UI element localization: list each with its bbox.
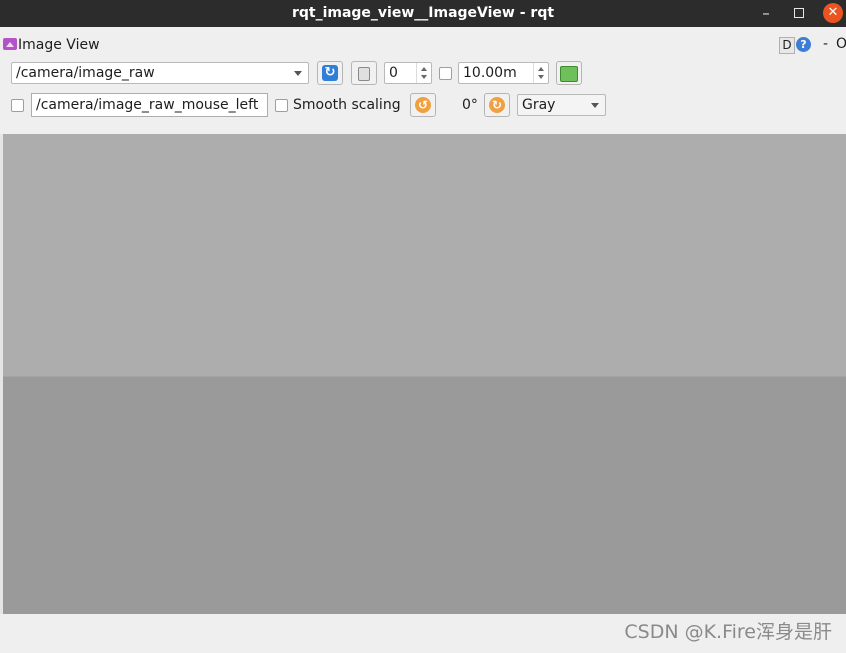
plugin-title: Image View [18, 37, 100, 53]
refresh-icon: ↻ [322, 65, 338, 81]
rotate-right-button[interactable]: ↻ [484, 93, 510, 117]
image-view-icon [3, 38, 17, 50]
chevron-down-icon [591, 103, 599, 108]
pause-icon [358, 67, 370, 81]
timeout-spinbox-value: 10.00m [463, 65, 517, 81]
refresh-topics-button[interactable]: ↻ [317, 61, 343, 85]
maximize-button[interactable] [789, 3, 809, 23]
smooth-scaling-checkbox[interactable] [275, 99, 288, 112]
spinbox-buttons [416, 63, 431, 83]
help-icon[interactable]: ? [796, 37, 811, 52]
mouse-publish-checkbox[interactable] [11, 99, 24, 112]
dock-toggle-button[interactable]: D [779, 37, 795, 54]
save-image-button[interactable] [556, 61, 582, 85]
colormap-select[interactable]: Gray [517, 94, 606, 116]
watermark: CSDN @K.Fire浑身是肝 [624, 621, 832, 643]
spin-down-icon[interactable] [421, 75, 427, 79]
topic-select-value: /camera/image_raw [16, 65, 155, 81]
colormap-select-value: Gray [522, 97, 556, 113]
topic-select[interactable]: /camera/image_raw [11, 62, 309, 84]
save-icon [560, 66, 578, 82]
minimize-button[interactable]: – [756, 3, 776, 23]
window-titlebar: rqt_image_view__ImageView - rqt – ✕ [0, 0, 846, 27]
maximize-icon [794, 8, 804, 18]
rotate-left-button[interactable]: ↺ [410, 93, 436, 117]
camera-image-display[interactable] [3, 134, 846, 614]
frame-spinbox[interactable]: 0 [384, 62, 432, 84]
timeout-spinbox[interactable]: 10.00m [458, 62, 549, 84]
hide-plugin-button[interactable]: - [823, 35, 828, 53]
spinbox-buttons [533, 63, 548, 83]
pause-button[interactable] [351, 61, 377, 85]
timeout-checkbox[interactable] [439, 67, 452, 80]
plugin-header: Image View D ? - O [0, 34, 846, 56]
close-window-button[interactable]: ✕ [823, 3, 843, 23]
chevron-down-icon [294, 71, 302, 76]
rotate-right-icon: ↻ [489, 97, 505, 113]
close-plugin-button[interactable]: O [836, 35, 846, 53]
mouse-topic-input[interactable]: /camera/image_raw_mouse_left [31, 93, 268, 117]
spin-up-icon[interactable] [421, 67, 427, 71]
frame-spinbox-value: 0 [389, 65, 398, 81]
rotate-left-icon: ↺ [415, 97, 431, 113]
smooth-scaling-label: Smooth scaling [293, 97, 401, 113]
spin-down-icon[interactable] [538, 75, 544, 79]
rotation-label: 0° [462, 97, 478, 113]
window-title: rqt_image_view__ImageView - rqt [291, 5, 555, 21]
spin-up-icon[interactable] [538, 67, 544, 71]
